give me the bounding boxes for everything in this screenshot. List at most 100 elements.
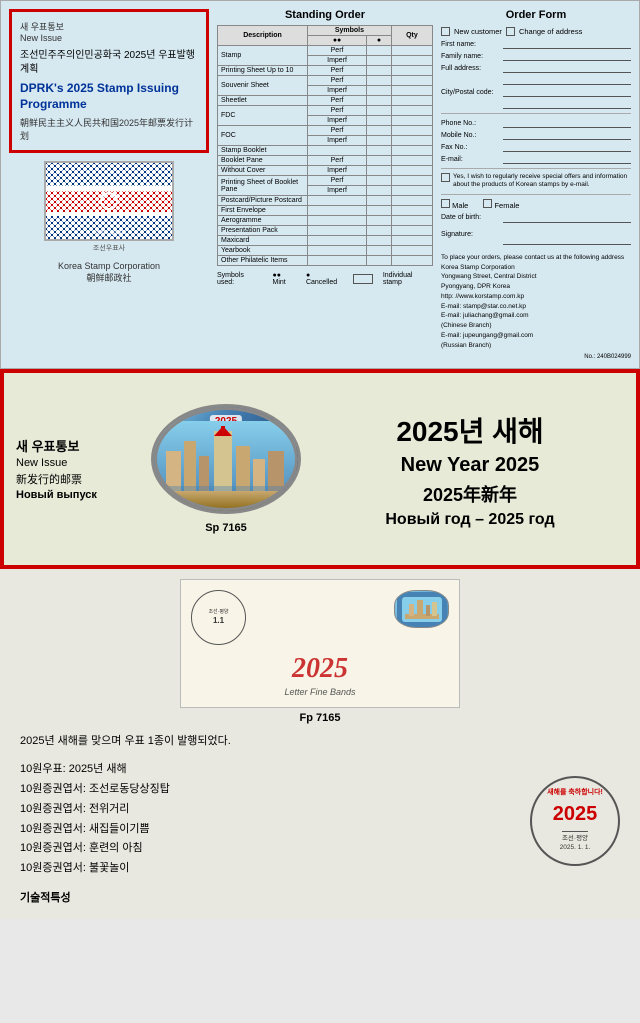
address-field: Full address: bbox=[441, 63, 631, 73]
desc-header: Description bbox=[218, 26, 308, 46]
table-row: Yearbook bbox=[218, 246, 433, 256]
bottom-section: 조선·평양 1.1 bbox=[0, 569, 640, 918]
table-row: Stamp Perf bbox=[218, 46, 433, 56]
city-svg bbox=[156, 421, 296, 511]
phone-field: Phone No.: bbox=[441, 118, 631, 128]
symbols-legend: Symbols used: ●● Mint ● Cancelled Indivi… bbox=[217, 272, 433, 286]
item-5: 10원증권엽서: 훈련의 아침 bbox=[20, 839, 520, 859]
programme-box: 새 우표통보 New Issue 조선민주주의인민공화국 2025년 우표발행계… bbox=[9, 9, 209, 153]
table-row: Stamp Booklet bbox=[218, 146, 433, 156]
postmark-decoration: 새해를 축하합니다! 2025 조선·평양 2025. 1. 1. bbox=[530, 732, 620, 908]
description-block: 2025년 새해를 맞으며 우표 1종이 발행되었다. 10원우표: 2025년… bbox=[20, 732, 520, 908]
table-row: Souvenir Sheet Perf bbox=[218, 76, 433, 86]
ni-english: New Issue bbox=[16, 457, 136, 469]
item-6: 10원증권엽서: 불꽃놀이 bbox=[20, 859, 520, 879]
middle-section: 새 우표통보 New Issue 新发行的邮票 Новый выпуск 202… bbox=[0, 369, 640, 569]
left-panel: 새 우표통보 New Issue 조선민주주의인민공화국 2025년 우표발행계… bbox=[9, 9, 209, 360]
item-3: 10원증권엽서: 전위거리 bbox=[20, 800, 520, 820]
mint-header: ●● bbox=[308, 36, 367, 46]
item-4: 10원증권엽서: 새집들이기쁨 bbox=[20, 820, 520, 840]
dprk-title-en: DPRK's 2025 Stamp Issuing Programme bbox=[20, 81, 198, 112]
ni-russian: Новый выпуск bbox=[16, 489, 136, 501]
fax-field: Fax No.: bbox=[441, 142, 631, 152]
special-offers-checkbox[interactable] bbox=[441, 173, 450, 182]
qty-header: Qty bbox=[391, 26, 432, 46]
firstname-field: First name: bbox=[441, 39, 631, 49]
special-offers-text: Yes, I wish to regularly receive special… bbox=[453, 173, 631, 190]
stamp-image-block: 2025 bbox=[146, 404, 306, 534]
env-subtitle: Letter Fine Bands bbox=[191, 687, 449, 697]
new-customer-row: New customer Change of address bbox=[441, 27, 631, 36]
title-chinese: 2025年新年 bbox=[316, 481, 624, 507]
korean-title: 조선민주주의인민공화국 2025년 우표발행계획 bbox=[20, 49, 198, 77]
female-checkbox[interactable] bbox=[483, 199, 492, 208]
table-row: Maxicard bbox=[218, 236, 433, 246]
table-row: First Envelope bbox=[218, 206, 433, 216]
table-row: Presentation Pack bbox=[218, 226, 433, 236]
top-section: 새 우표통보 New Issue 조선민주주의인민공화국 2025년 우표발행계… bbox=[0, 0, 640, 369]
mobile-field: Mobile No.: bbox=[441, 130, 631, 140]
table-row: Booklet Pane Perf bbox=[218, 156, 433, 166]
table-row: Postcard/Picture Postcard bbox=[218, 196, 433, 206]
postmark-circle: 새해를 축하합니다! 2025 조선·평양 2025. 1. 1. bbox=[530, 776, 620, 866]
order-form-title: Order Form bbox=[441, 9, 631, 21]
table-row: Printing Sheet of Booklet Pane Perf bbox=[218, 176, 433, 186]
title-block: 2025년 새해 New Year 2025 2025年新年 Новый год… bbox=[316, 410, 624, 529]
table-row: Without Cover Imperf bbox=[218, 166, 433, 176]
stamp-oval: 2025 bbox=[151, 404, 301, 514]
ni-korean: 새 우표통보 bbox=[16, 436, 136, 455]
env-stamp bbox=[394, 590, 449, 628]
contact-block: To place your orders, please contact us … bbox=[441, 253, 631, 351]
title-english: New Year 2025 bbox=[316, 454, 624, 477]
new-customer-checkbox[interactable] bbox=[441, 27, 450, 36]
new-customer-label: New customer bbox=[454, 27, 502, 36]
gender-row: Male Female bbox=[441, 199, 631, 210]
sp-code: Sp 7165 bbox=[146, 522, 306, 534]
city2-field bbox=[441, 99, 631, 109]
new-issue-block: 새 우표통보 New Issue 新发行的邮票 Новый выпуск bbox=[16, 436, 136, 503]
order-form-panel: Order Form New customer Change of addres… bbox=[441, 9, 631, 360]
change-address-checkbox[interactable] bbox=[506, 27, 515, 36]
table-row: Aerogramme bbox=[218, 216, 433, 226]
standing-order-panel: Standing Order Description Symbols Qty ●… bbox=[217, 9, 433, 360]
item-1: 10원우표: 2025년 새해 bbox=[20, 760, 520, 780]
address2-field bbox=[441, 75, 631, 85]
postmark-country: 조선·평양 bbox=[562, 831, 588, 844]
new-issue-label: 새 우표통보 New Issue bbox=[20, 20, 198, 43]
signature-field: Signature: bbox=[441, 225, 631, 245]
symbols-header: Symbols bbox=[308, 26, 392, 36]
male-option: Male bbox=[441, 199, 468, 210]
env-year: 2025 bbox=[191, 653, 449, 685]
item-2: 10원증권엽서: 조선로동당상징탑 bbox=[20, 780, 520, 800]
postmark-text: 새해를 축하합니다! bbox=[547, 788, 603, 799]
title-korean: 2025년 새해 bbox=[316, 410, 624, 450]
tech-label: 기술적특성 bbox=[20, 889, 520, 909]
envelope-wrapper: 조선·평양 1.1 bbox=[10, 579, 630, 708]
fp-code: Fp 7165 bbox=[10, 712, 630, 724]
chinese-title: 朝鲜民主主义人民共和国2025年邮票发行计划 bbox=[20, 116, 198, 142]
change-address-label: Change of address bbox=[519, 27, 582, 36]
ni-chinese: 新发行的邮票 bbox=[16, 471, 136, 487]
table-row: Other Philatelic Items bbox=[218, 256, 433, 266]
doc-number: No.: 240B024999 bbox=[441, 354, 631, 360]
table-row: FDC Perf bbox=[218, 106, 433, 116]
dob-field: Date of birth: bbox=[441, 213, 631, 223]
table-row: Sheetlet Perf bbox=[218, 96, 433, 106]
env-postmark: 조선·평양 1.1 bbox=[191, 590, 246, 645]
female-option: Female bbox=[483, 199, 519, 210]
corp-name: Korea Stamp Corporation 朝鲜邮政社 bbox=[9, 261, 209, 284]
table-row: FOC Perf bbox=[218, 126, 433, 136]
postmark-date: 2025. 1. 1. bbox=[560, 843, 591, 853]
male-checkbox[interactable] bbox=[441, 199, 450, 208]
familyname-field: Family name: bbox=[441, 51, 631, 61]
flag-caption: 조선우표사 bbox=[9, 243, 209, 253]
city-field: City/Postal code: bbox=[441, 87, 631, 97]
postmark-year: 2025 bbox=[553, 799, 598, 829]
envelope-block: 조선·평양 1.1 bbox=[180, 579, 460, 708]
table-row: Printing Sheet Up to 10 Perf bbox=[218, 66, 433, 76]
main-description: 2025년 새해를 맞으며 우표 1종이 발행되었다. bbox=[20, 732, 520, 752]
special-offers-row: Yes, I wish to regularly receive special… bbox=[441, 173, 631, 190]
email-field: E-mail: bbox=[441, 154, 631, 164]
standing-order-table: Description Symbols Qty ●● ● Stamp Perf … bbox=[217, 25, 433, 266]
standing-order-title: Standing Order bbox=[217, 9, 433, 21]
